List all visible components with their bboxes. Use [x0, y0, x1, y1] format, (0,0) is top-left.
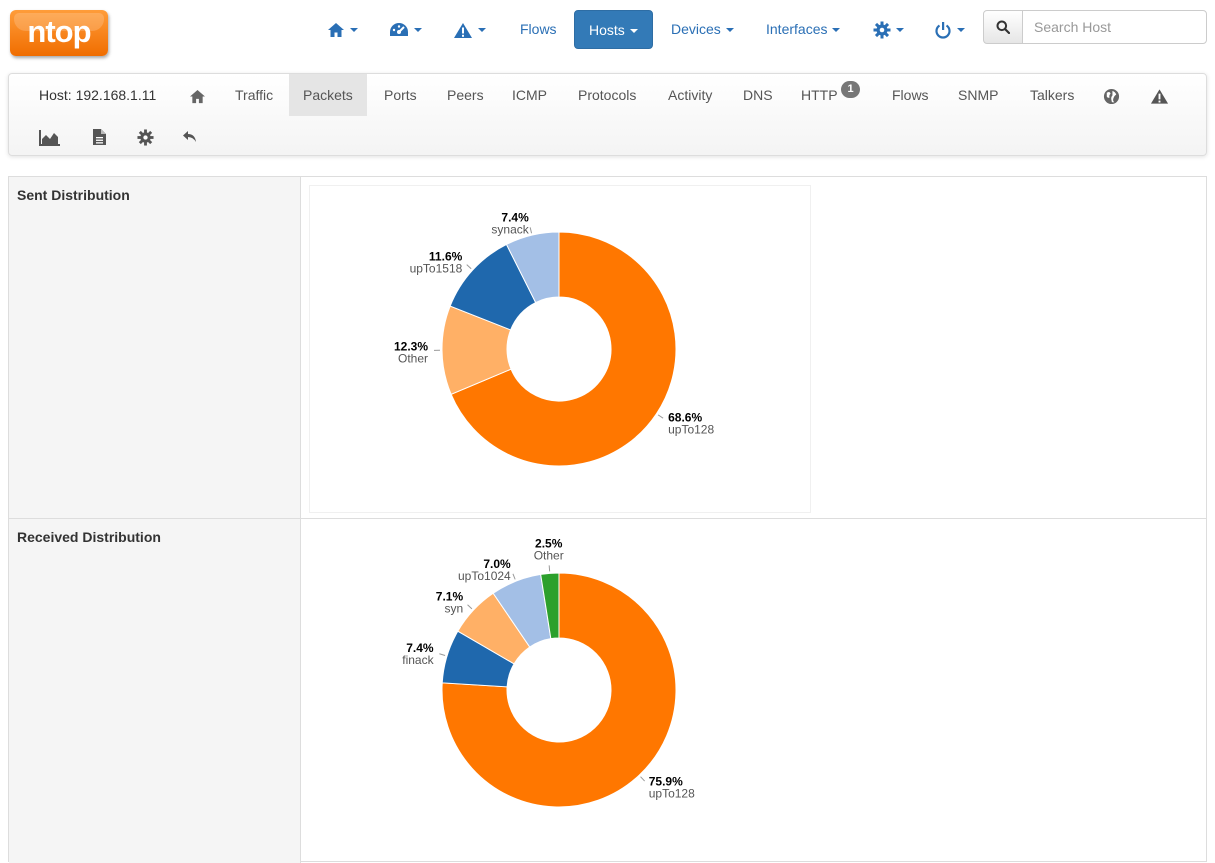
search-button[interactable] [983, 10, 1023, 44]
label-leader-line [530, 227, 531, 233]
tab-host-config[interactable] [129, 116, 161, 156]
label-leader-line [641, 777, 645, 781]
slice-name-label: upTo128 [668, 423, 714, 437]
tab-traffic[interactable]: Traffic [225, 74, 283, 116]
tab-alerts[interactable] [1141, 74, 1177, 116]
alerts-menu-dropdown[interactable] [453, 10, 486, 49]
label-leader-line [468, 605, 472, 609]
tab-peers[interactable]: Peers [437, 74, 494, 116]
host-search [983, 10, 1207, 44]
slice-name-label: upTo1518 [410, 262, 463, 276]
tab-host-report[interactable] [83, 116, 115, 156]
hosts-label: Hosts [589, 22, 625, 38]
power-menu-dropdown[interactable] [934, 10, 965, 49]
received-donut-chart: 75.9%upTo1287.4%finack7.1%syn7.0%upTo102… [310, 519, 810, 859]
host-details-navbar: Host: 192.168.1.11 Traffic Packets Ports… [8, 73, 1207, 156]
label-leader-line [658, 415, 663, 418]
tab-historical-charts[interactable] [34, 116, 66, 156]
received-distribution-chart: 75.9%upTo1287.4%finack7.1%syn7.0%upTo102… [310, 519, 810, 845]
gear-icon [873, 21, 891, 39]
received-distribution-title: Received Distribution [17, 529, 161, 545]
gear-icon [137, 129, 154, 146]
tab-geomap[interactable] [1093, 74, 1129, 116]
slice-name-label: finack [402, 653, 434, 667]
settings-menu-dropdown[interactable] [873, 10, 904, 49]
tab-http-label: HTTP [801, 87, 838, 103]
label-leader-line [513, 574, 515, 580]
dashboard-menu-dropdown[interactable] [389, 10, 422, 49]
back-arrow-icon [182, 130, 198, 144]
document-icon [92, 128, 107, 146]
globe-icon [1103, 88, 1120, 105]
interfaces-menu-dropdown[interactable]: Interfaces [766, 10, 840, 49]
sent-distribution-label: Sent Distribution [9, 177, 301, 518]
tab-snmp[interactable]: SNMP [947, 74, 1009, 116]
home-menu-dropdown[interactable] [327, 10, 358, 49]
tab-activity[interactable]: Activity [657, 74, 723, 116]
label-leader-line [439, 654, 445, 656]
interfaces-label: Interfaces [766, 21, 827, 37]
host-label: Host: 192.168.1.11 [39, 74, 156, 116]
warning-icon [453, 22, 473, 39]
tab-ports[interactable]: Ports [374, 74, 427, 116]
received-distribution-label: Received Distribution [9, 519, 301, 863]
devices-label: Devices [671, 21, 721, 37]
label-leader-line [467, 265, 471, 269]
sent-distribution-cell: 68.6%upTo12812.3%Other11.6%upTo15187.4%s… [301, 177, 1206, 518]
tab-talkers[interactable]: Talkers [1019, 74, 1085, 116]
tab-icmp[interactable]: ICMP [502, 74, 557, 116]
received-distribution-cell: 75.9%upTo1287.4%finack7.1%syn7.0%upTo102… [301, 519, 1206, 863]
packets-distribution-table: Sent Distribution 68.6%upTo12812.3%Other… [8, 176, 1207, 862]
slice-name-label: Other [534, 548, 564, 562]
http-alert-badge: 1 [841, 81, 860, 98]
slice-name-label: synack [491, 223, 529, 237]
search-host-input[interactable] [1022, 10, 1207, 44]
sent-distribution-chart: 68.6%upTo12812.3%Other11.6%upTo15187.4%s… [310, 186, 810, 512]
tab-back[interactable] [174, 116, 206, 156]
devices-menu-dropdown[interactable]: Devices [671, 10, 734, 49]
warning-icon [1150, 88, 1169, 105]
area-chart-icon [39, 129, 61, 146]
slice-name-label: Other [398, 351, 428, 365]
tab-packets[interactable]: Packets [289, 74, 367, 116]
ntop-logo[interactable]: ntop [10, 10, 108, 56]
host-home-tab[interactable] [179, 74, 215, 116]
slice-name-label: upTo128 [649, 786, 695, 800]
home-icon [327, 22, 345, 38]
search-icon [996, 20, 1010, 34]
slice-name-label: syn [444, 602, 463, 616]
hosts-menu-dropdown[interactable]: Hosts [574, 10, 653, 49]
dashboard-gauge-icon [389, 22, 409, 38]
tab-protocols[interactable]: Protocols [567, 74, 647, 116]
power-icon [934, 21, 952, 39]
home-icon [189, 89, 206, 104]
tab-dns[interactable]: DNS [732, 74, 784, 116]
tab-http[interactable]: HTTP 1 [791, 74, 871, 116]
sent-donut-chart: 68.6%upTo12812.3%Other11.6%upTo15187.4%s… [310, 186, 810, 512]
tab-flows[interactable]: Flows [881, 74, 940, 116]
flows-nav-link[interactable]: Flows [520, 10, 557, 49]
slice-name-label: upTo1024 [458, 569, 511, 583]
sent-distribution-title: Sent Distribution [17, 187, 130, 203]
